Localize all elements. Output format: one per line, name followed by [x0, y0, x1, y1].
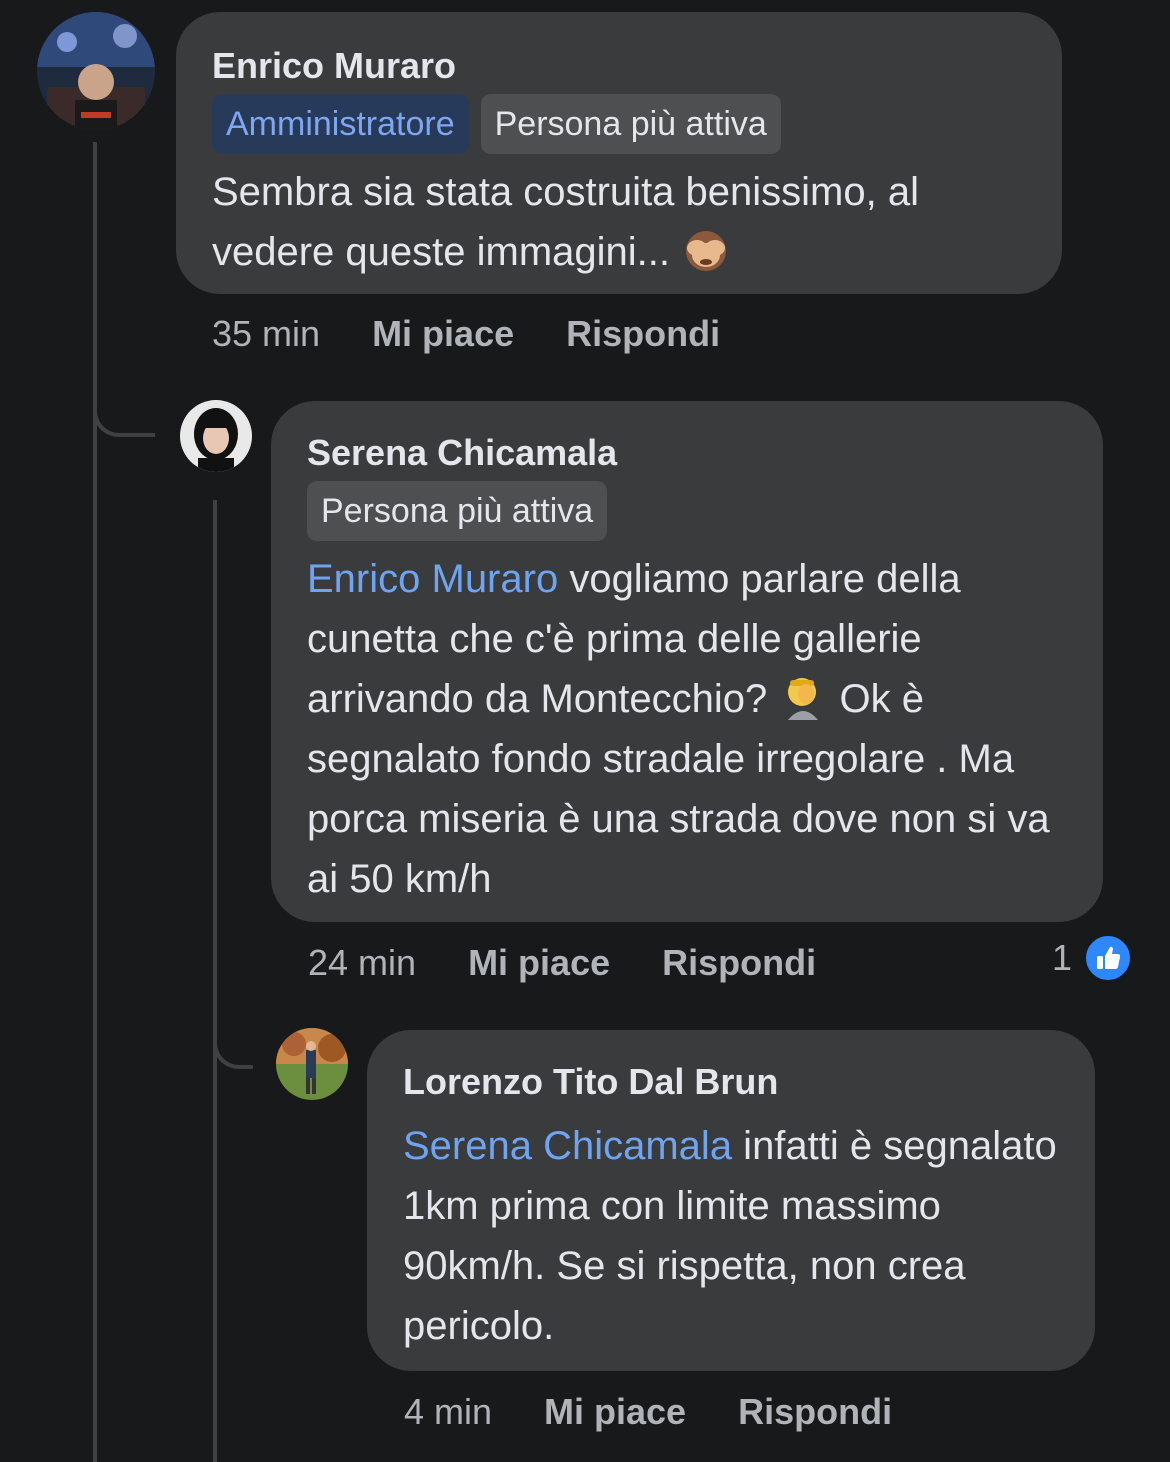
- thread-connector-reply-1: [93, 300, 155, 437]
- avatar-enrico-muraro[interactable]: [37, 12, 155, 130]
- top-contributor-badge: Persona più attiva: [307, 481, 608, 541]
- comment-text: Serena Chicamala infatti è segnalato 1km…: [403, 1116, 1059, 1356]
- comment-author[interactable]: Serena Chicamala: [307, 431, 1067, 475]
- avatar-lorenzo-tito-dal-brun[interactable]: [276, 1028, 348, 1100]
- reaction-summary[interactable]: 1: [1052, 934, 1133, 982]
- comment-author[interactable]: Lorenzo Tito Dal Brun: [403, 1060, 1059, 1104]
- comment-bubble: Lorenzo Tito Dal Brun Serena Chicamala i…: [367, 1030, 1095, 1371]
- mention-link[interactable]: Serena Chicamala: [403, 1124, 732, 1168]
- like-icon: [1084, 934, 1133, 982]
- comment-timestamp[interactable]: 4 min: [404, 1390, 492, 1434]
- thread-connector-reply-2: [213, 960, 253, 1069]
- admin-badge: Amministratore: [212, 94, 469, 154]
- avatar-serena-chicamala[interactable]: [180, 400, 252, 472]
- like-button[interactable]: Mi piace: [468, 941, 610, 985]
- like-button[interactable]: Mi piace: [544, 1390, 686, 1434]
- reaction-count: 1: [1052, 937, 1073, 978]
- mention-link[interactable]: Enrico Muraro: [307, 557, 558, 601]
- comment-author[interactable]: Enrico Muraro: [212, 44, 1026, 88]
- face-palm-icon: [788, 678, 819, 720]
- like-button[interactable]: Mi piace: [372, 312, 514, 356]
- reply-button[interactable]: Rispondi: [738, 1390, 892, 1434]
- see-no-evil-monkey-icon: [686, 231, 727, 271]
- comment-bubble: Serena Chicamala Persona più attiva Enri…: [271, 401, 1103, 922]
- comment-actions: 24 min Mi piace Rispondi: [308, 941, 816, 985]
- comment-text: Sembra sia stata costruita benissimo, al…: [212, 162, 1026, 282]
- comment-actions: 35 min Mi piace Rispondi: [212, 312, 720, 356]
- reply-button[interactable]: Rispondi: [662, 941, 816, 985]
- comment-timestamp[interactable]: 24 min: [308, 941, 416, 985]
- comment-timestamp[interactable]: 35 min: [212, 312, 320, 356]
- comment-actions: 4 min Mi piace Rispondi: [404, 1390, 892, 1434]
- top-contributor-badge: Persona più attiva: [480, 94, 781, 154]
- comment-text-body: Sembra sia stata costruita benissimo, al…: [212, 170, 919, 274]
- reply-button[interactable]: Rispondi: [566, 312, 720, 356]
- comment-text: Enrico Muraro vogliamo parlare della cun…: [307, 549, 1067, 909]
- comment-bubble: Enrico Muraro Amministratore Persona più…: [176, 12, 1062, 294]
